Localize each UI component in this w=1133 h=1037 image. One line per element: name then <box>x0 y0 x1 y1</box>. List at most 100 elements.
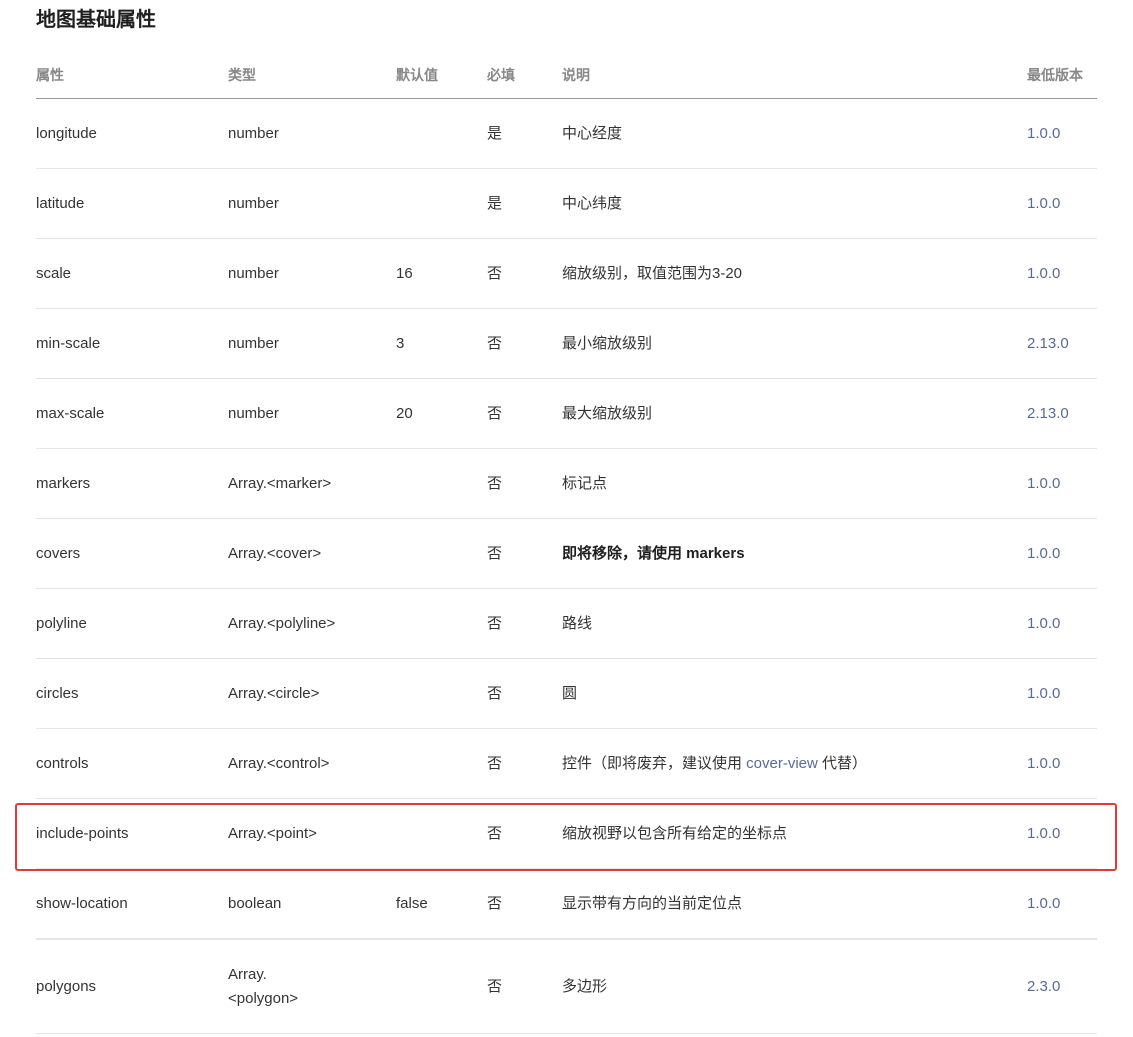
cell-desc: 圆 <box>562 658 1027 729</box>
cell-required: 否 <box>487 378 562 449</box>
cell-desc: 缩放视野以包含所有给定的坐标点 <box>562 798 1027 869</box>
header-required: 必填 <box>487 52 562 99</box>
cell-version: 2.13.0 <box>1027 308 1097 379</box>
cell-version: 1.0.0 <box>1027 238 1097 309</box>
cell-required: 否 <box>487 728 562 799</box>
cell-type: boolean <box>228 868 396 940</box>
cell-attr: include-points <box>36 798 228 869</box>
cell-default <box>396 98 487 169</box>
cell-required: 否 <box>487 868 562 940</box>
cell-desc: 标记点 <box>562 448 1027 519</box>
cell-attr: longitude <box>36 98 228 169</box>
desc-suffix: 代替） <box>817 754 868 772</box>
cell-default: 3 <box>396 308 487 379</box>
cell-desc: 中心经度 <box>562 98 1027 169</box>
cell-desc: 多边形 <box>562 939 1027 1034</box>
cell-default <box>396 939 487 1034</box>
cell-default: 20 <box>396 378 487 449</box>
table-row-max-scale: max-scale number 20 否 最大缩放级别 2.13.0 <box>36 378 1097 449</box>
cell-desc: 路线 <box>562 588 1027 659</box>
cell-attr: latitude <box>36 168 228 239</box>
cell-type: number <box>228 98 396 169</box>
table-row-polygons: polygons Array. <polygon> 否 多边形 2.3.0 <box>36 939 1097 1034</box>
cell-default <box>396 798 487 869</box>
table-row-latitude: latitude number 是 中心纬度 1.0.0 <box>36 168 1097 239</box>
desc-prefix: 控件（即将废弃，建议使用 <box>562 754 747 772</box>
cell-version: 1.0.0 <box>1027 518 1097 589</box>
cell-required: 否 <box>487 588 562 659</box>
cell-type: Array.<marker> <box>228 448 396 519</box>
cell-type: Array.<polyline> <box>228 588 396 659</box>
table-row-longitude: longitude number 是 中心经度 1.0.0 <box>36 98 1097 169</box>
cell-version: 2.13.0 <box>1027 378 1097 449</box>
cell-required: 是 <box>487 168 562 239</box>
table-row-circles: circles Array.<circle> 否 圆 1.0.0 <box>36 658 1097 729</box>
cell-type: Array. <polygon> <box>228 939 396 1034</box>
cell-default <box>396 168 487 239</box>
cell-attr: show-location <box>36 868 228 940</box>
cell-required: 否 <box>487 798 562 869</box>
cell-attr: min-scale <box>36 308 228 379</box>
cell-desc: 最大缩放级别 <box>562 378 1027 449</box>
cell-default <box>396 588 487 659</box>
cell-desc: 即将移除，请使用 markers <box>562 518 1027 589</box>
cell-type: Array.<control> <box>228 728 396 799</box>
cell-attr: covers <box>36 518 228 589</box>
cell-version: 1.0.0 <box>1027 98 1097 169</box>
cell-type: number <box>228 168 396 239</box>
cell-desc: 最小缩放级别 <box>562 308 1027 379</box>
header-attr: 属性 <box>36 52 228 99</box>
cell-desc: 控件（即将废弃，建议使用 cover-view 代替） <box>562 728 1027 799</box>
header-desc: 说明 <box>562 52 1027 99</box>
header-version: 最低版本 <box>1027 52 1097 99</box>
cell-required: 否 <box>487 658 562 729</box>
cell-required: 否 <box>487 238 562 309</box>
cell-type: number <box>228 378 396 449</box>
cell-type: number <box>228 238 396 309</box>
table-row-markers: markers Array.<marker> 否 标记点 1.0.0 <box>36 448 1097 519</box>
cell-type: number <box>228 308 396 379</box>
cell-desc: 缩放级别，取值范围为3-20 <box>562 238 1027 309</box>
table-row-covers: covers Array.<cover> 否 即将移除，请使用 markers … <box>36 518 1097 589</box>
table-header-row: 属性 类型 默认值 必填 说明 最低版本 <box>36 52 1097 99</box>
cell-attr: controls <box>36 728 228 799</box>
type-line-2: <polygon> <box>228 989 299 1007</box>
header-default: 默认值 <box>396 52 487 99</box>
cell-attr: circles <box>36 658 228 729</box>
cell-required: 否 <box>487 518 562 589</box>
cell-required: 否 <box>487 448 562 519</box>
cell-version: 2.3.0 <box>1027 939 1097 1034</box>
cell-version: 1.0.0 <box>1027 728 1097 799</box>
deprecation-warning: 即将移除，请使用 markers <box>562 544 745 562</box>
cell-default <box>396 518 487 589</box>
cell-type: Array.<circle> <box>228 658 396 729</box>
cover-view-link[interactable]: cover-view <box>746 755 818 772</box>
cell-desc: 显示带有方向的当前定位点 <box>562 868 1027 940</box>
cell-default <box>396 728 487 799</box>
cell-version: 1.0.0 <box>1027 798 1097 869</box>
table-row-scale: scale number 16 否 缩放级别，取值范围为3-20 1.0.0 <box>36 238 1097 309</box>
cell-version: 1.0.0 <box>1027 588 1097 659</box>
table-row-polyline: polyline Array.<polyline> 否 路线 1.0.0 <box>36 588 1097 659</box>
cell-required: 是 <box>487 98 562 169</box>
cell-attr: markers <box>36 448 228 519</box>
cell-desc: 中心纬度 <box>562 168 1027 239</box>
cell-type: Array.<cover> <box>228 518 396 589</box>
cell-version: 1.0.0 <box>1027 868 1097 940</box>
table-row-include-points: include-points Array.<point> 否 缩放视野以包含所有… <box>36 798 1097 869</box>
cell-attr: scale <box>36 238 228 309</box>
type-line-1: Array. <box>228 965 267 983</box>
section-title: 地图基础属性 <box>36 9 156 31</box>
cell-version: 1.0.0 <box>1027 168 1097 239</box>
cell-version: 1.0.0 <box>1027 658 1097 729</box>
properties-table: 属性 类型 默认值 必填 说明 最低版本 longitude number 是 … <box>36 52 1097 1034</box>
cell-attr: polyline <box>36 588 228 659</box>
table-row-min-scale: min-scale number 3 否 最小缩放级别 2.13.0 <box>36 308 1097 379</box>
cell-attr: max-scale <box>36 378 228 449</box>
cell-default: false <box>396 868 487 940</box>
cell-type: Array.<point> <box>228 798 396 869</box>
table-row-show-location: show-location boolean false 否 显示带有方向的当前定… <box>36 868 1097 940</box>
cell-default <box>396 658 487 729</box>
cell-required: 否 <box>487 308 562 379</box>
table-row-controls: controls Array.<control> 否 控件（即将废弃，建议使用 … <box>36 728 1097 799</box>
